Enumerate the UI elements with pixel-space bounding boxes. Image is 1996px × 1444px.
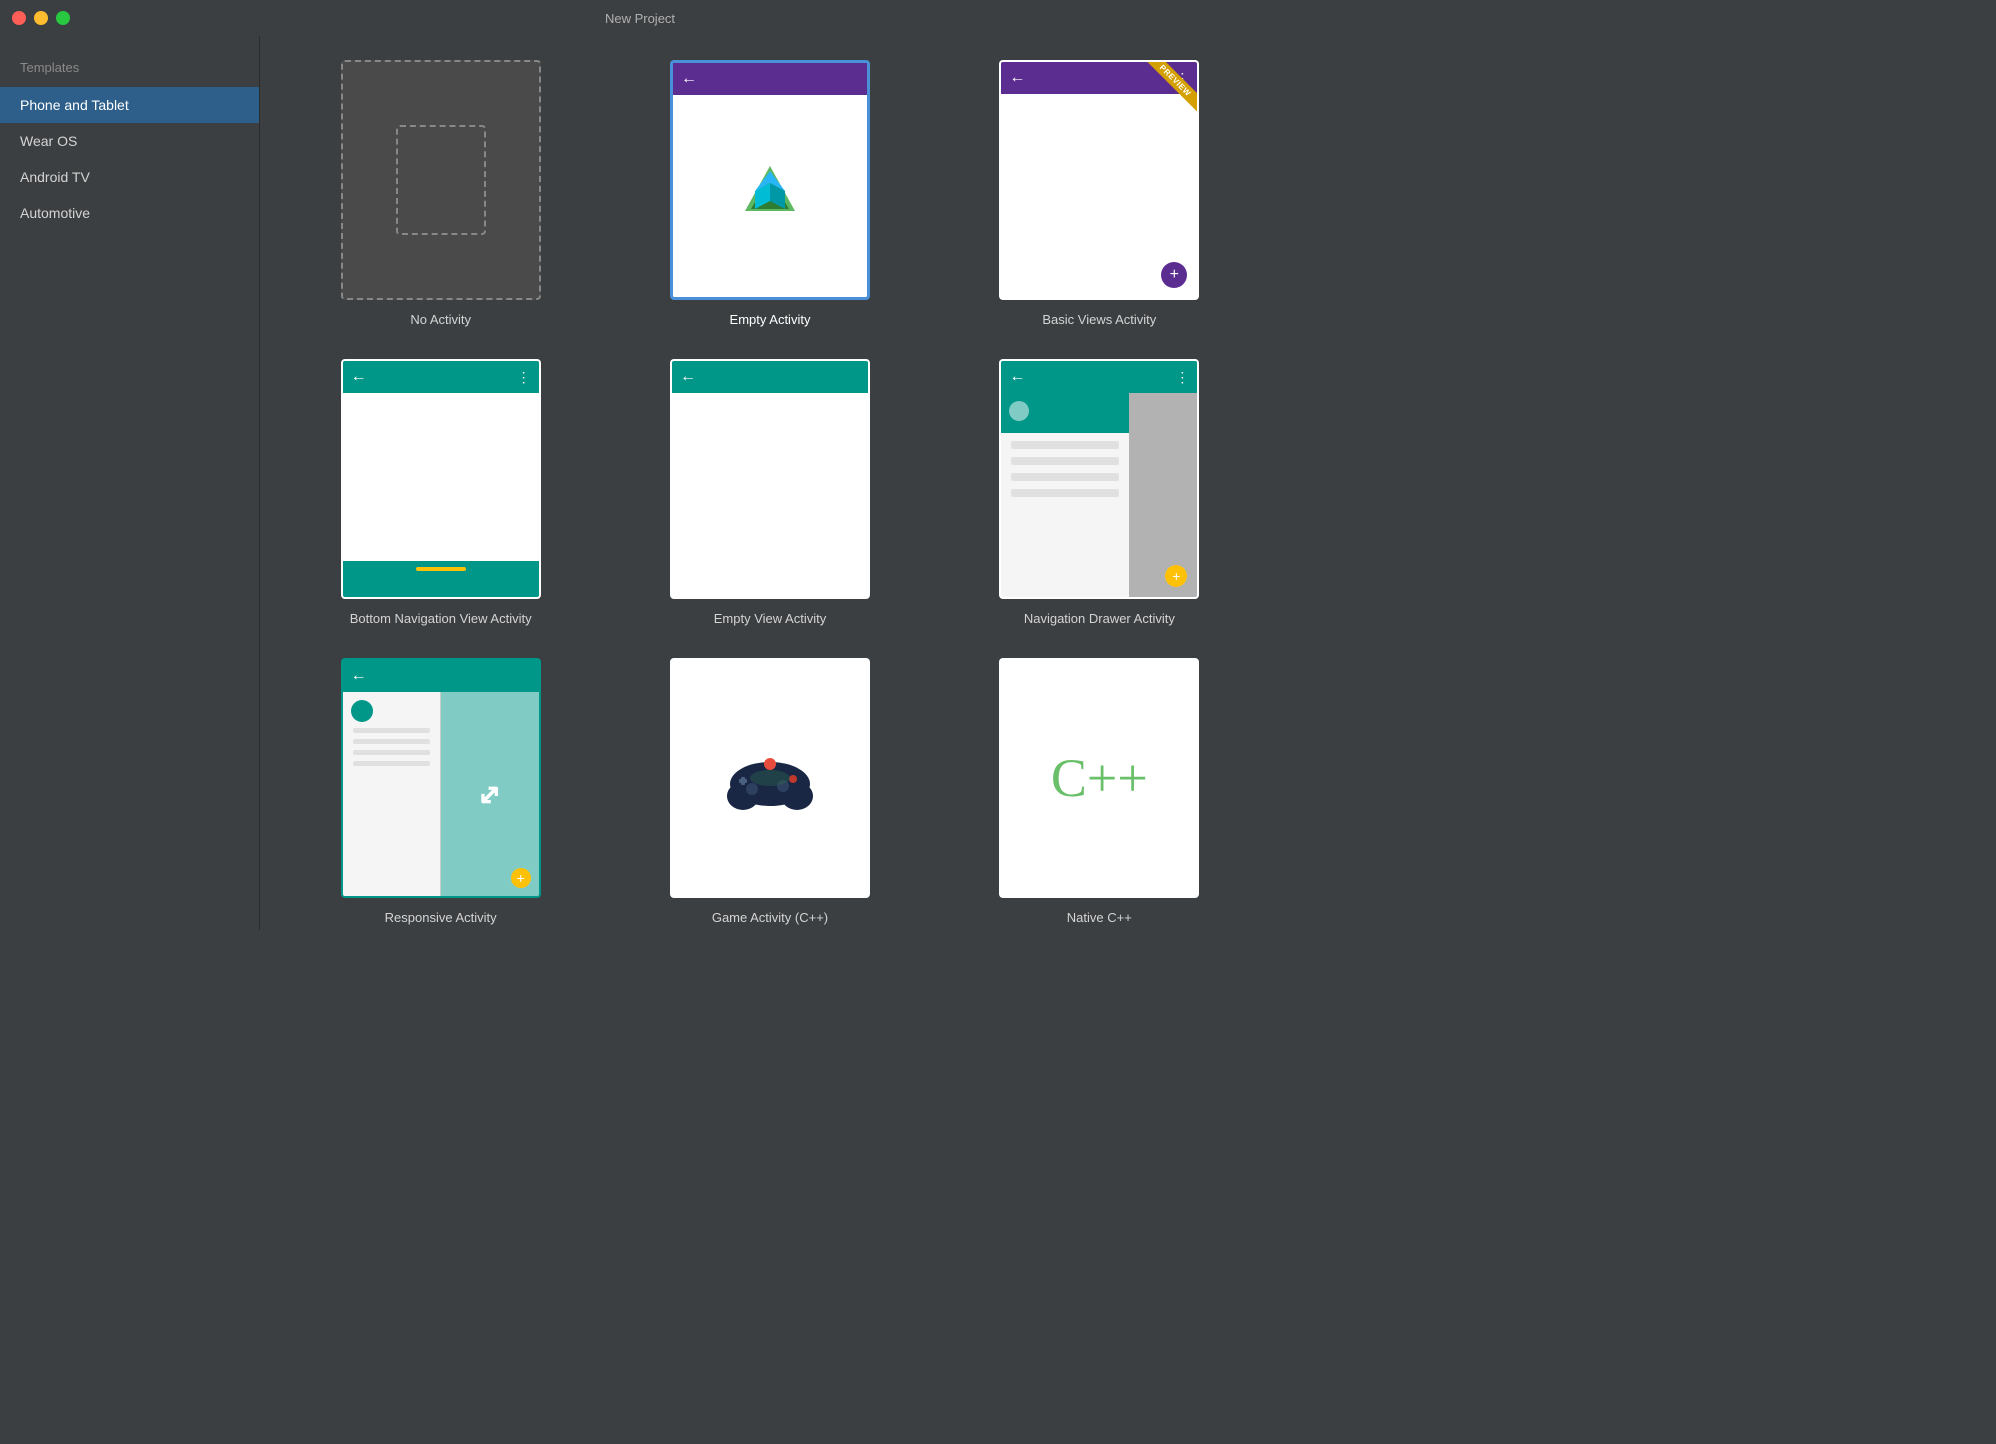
bottom-nav-body xyxy=(343,393,539,561)
menu-dots-icon: ⋮ xyxy=(517,369,531,386)
empty-view-toolbar: ← xyxy=(672,361,868,393)
template-card-nav-drawer[interactable]: ← ⋮ xyxy=(999,359,1199,599)
basic-views-body: + xyxy=(1001,94,1197,298)
template-label-basic-views: Basic Views Activity xyxy=(1042,312,1156,327)
bottom-nav-bar xyxy=(343,561,539,597)
drawer-item-2 xyxy=(1011,457,1118,465)
template-item-basic-views[interactable]: ← ⋮ + PREVIEW Basic Views Activity xyxy=(951,60,1248,327)
responsive-toolbar: ← xyxy=(343,660,539,692)
back-arrow-icon: ← xyxy=(351,368,367,386)
nav-drawer-mockup: ← ⋮ xyxy=(1001,361,1197,597)
sidebar-item-wear-os[interactable]: Wear OS xyxy=(0,123,259,159)
template-card-bottom-nav[interactable]: ← ⋮ xyxy=(341,359,541,599)
template-card-responsive[interactable]: ← xyxy=(341,658,541,898)
back-arrow-icon: ← xyxy=(1009,69,1025,87)
resp-cell-7 xyxy=(441,829,472,896)
maximize-button[interactable] xyxy=(56,11,70,25)
no-activity-placeholder xyxy=(396,125,486,235)
template-label-native-cpp: Native C++ xyxy=(1067,910,1132,925)
drawer-avatar xyxy=(1009,401,1029,421)
template-item-bottom-nav[interactable]: ← ⋮ Bottom Navigation View Activity xyxy=(292,359,589,626)
resp-cell-2 xyxy=(474,692,505,759)
template-grid: No Activity ← xyxy=(292,60,1248,925)
drawer-header xyxy=(1001,393,1128,433)
template-label-empty-view: Empty View Activity xyxy=(714,611,826,626)
resp-cell-3 xyxy=(507,692,538,759)
sidebar-item-phone-tablet[interactable]: Phone and Tablet xyxy=(0,87,259,123)
close-button[interactable] xyxy=(12,11,26,25)
template-grid-container: No Activity ← xyxy=(260,36,1280,930)
template-card-native-cpp[interactable]: C++ xyxy=(999,658,1199,898)
template-label-responsive: Responsive Activity xyxy=(385,910,497,925)
bottom-nav-mockup: ← ⋮ xyxy=(343,361,539,597)
template-item-nav-drawer[interactable]: ← ⋮ xyxy=(951,359,1248,626)
basic-views-fab: + xyxy=(1161,262,1187,288)
back-arrow-icon: ← xyxy=(1009,368,1025,386)
template-label-no-activity: No Activity xyxy=(410,312,471,327)
main-layout: Templates Phone and Tablet Wear OS Andro… xyxy=(0,36,1280,930)
sidebar: Templates Phone and Tablet Wear OS Andro… xyxy=(0,36,260,930)
resp-cell-6 xyxy=(507,761,538,828)
template-card-empty-activity[interactable]: ← xyxy=(670,60,870,300)
preview-badge-text: PREVIEW xyxy=(1144,62,1198,112)
back-arrow-icon: ← xyxy=(680,368,696,386)
resp-cell-4 xyxy=(441,761,472,828)
template-item-game[interactable]: Game Activity (C++) xyxy=(621,658,918,925)
template-label-nav-drawer: Navigation Drawer Activity xyxy=(1024,611,1175,626)
resp-line-3 xyxy=(353,750,430,755)
responsive-mockup: ← xyxy=(343,660,539,896)
responsive-right-panel: ↗ ↙ xyxy=(441,692,539,896)
drawer-panel xyxy=(1001,393,1128,597)
empty-activity-toolbar: ← xyxy=(673,63,867,95)
android-logo xyxy=(735,161,805,231)
resp-cell-1 xyxy=(441,692,472,759)
template-card-no-activity[interactable] xyxy=(341,60,541,300)
template-label-bottom-nav: Bottom Navigation View Activity xyxy=(350,611,532,626)
drawer-item-1 xyxy=(1011,441,1118,449)
drawer-item-4 xyxy=(1011,489,1118,497)
resp-arrow-icon-2: ↙ xyxy=(478,778,501,811)
responsive-left-panel xyxy=(343,692,441,896)
template-card-empty-view[interactable]: ← xyxy=(670,359,870,599)
resp-line-1 xyxy=(353,728,430,733)
preview-badge: PREVIEW xyxy=(1137,62,1197,122)
back-arrow-icon: ← xyxy=(681,70,697,88)
minimize-button[interactable] xyxy=(34,11,48,25)
template-label-empty-activity: Empty Activity xyxy=(730,312,811,327)
empty-activity-body xyxy=(673,95,867,297)
drawer-item-3 xyxy=(1011,473,1118,481)
template-label-game: Game Activity (C++) xyxy=(712,910,828,925)
sidebar-item-android-tv[interactable]: Android TV xyxy=(0,159,259,195)
responsive-fab: + xyxy=(511,868,531,888)
resp-avatar xyxy=(351,700,373,722)
sidebar-item-automotive[interactable]: Automotive xyxy=(0,195,259,231)
resp-line-4 xyxy=(353,761,430,766)
resp-line-2 xyxy=(353,739,430,744)
game-controller-icon xyxy=(725,746,815,811)
window-title: New Project xyxy=(605,11,675,26)
template-item-empty-view[interactable]: ← Empty View Activity xyxy=(621,359,918,626)
nav-indicator xyxy=(416,567,466,571)
menu-dots-icon: ⋮ xyxy=(1175,369,1189,386)
empty-activity-mockup: ← xyxy=(673,63,867,297)
bottom-nav-toolbar: ← ⋮ xyxy=(343,361,539,393)
empty-view-mockup: ← xyxy=(672,361,868,597)
template-item-empty-activity[interactable]: ← xyxy=(621,60,918,327)
template-item-no-activity[interactable]: No Activity xyxy=(292,60,589,327)
responsive-body: ↗ ↙ + xyxy=(343,692,539,896)
nav-drawer-body: + xyxy=(1001,393,1197,597)
cpp-logo: C++ xyxy=(1051,747,1148,809)
nav-drawer-toolbar: ← ⋮ xyxy=(1001,361,1197,393)
window-controls xyxy=(12,11,70,25)
template-item-native-cpp[interactable]: C++ Native C++ xyxy=(951,658,1248,925)
resp-cell-8 xyxy=(474,829,505,896)
template-card-basic-views[interactable]: ← ⋮ + PREVIEW xyxy=(999,60,1199,300)
back-arrow-icon: ← xyxy=(351,667,367,685)
template-card-game[interactable] xyxy=(670,658,870,898)
empty-view-body xyxy=(672,393,868,597)
sidebar-section-label: Templates xyxy=(0,52,259,87)
titlebar: New Project xyxy=(0,0,1280,36)
template-item-responsive[interactable]: ← xyxy=(292,658,589,925)
